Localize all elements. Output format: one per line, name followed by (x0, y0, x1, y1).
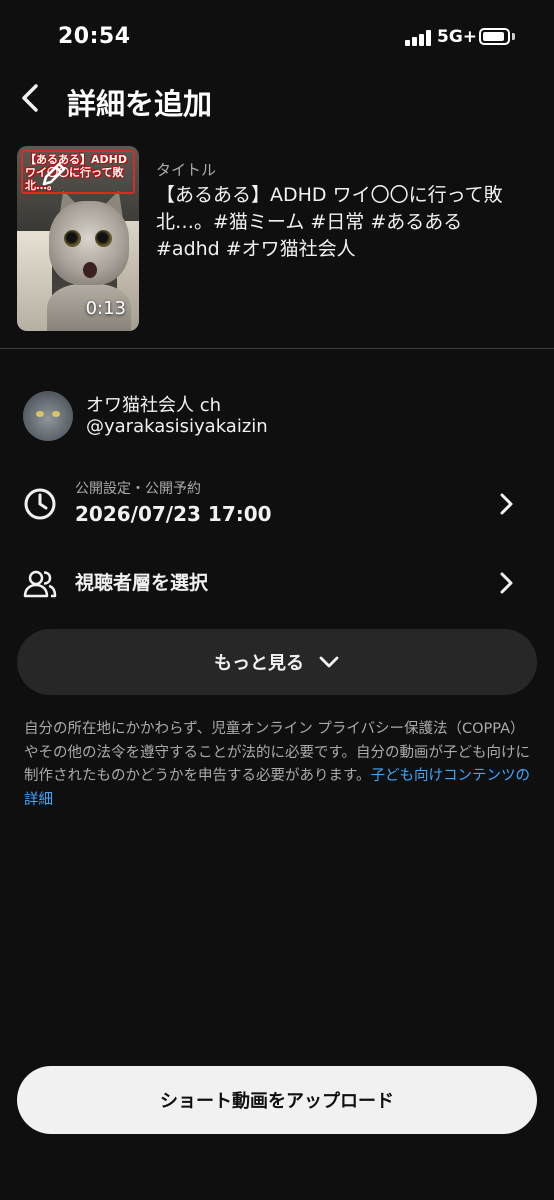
back-button[interactable] (12, 80, 48, 116)
show-more-button[interactable]: もっと見る (17, 629, 537, 695)
people-icon (23, 570, 57, 598)
chevron-down-icon (319, 656, 339, 668)
video-thumbnail[interactable]: 【あるある】ADHDワイ〇〇に行って敗北…。 0:13 (17, 146, 139, 331)
battery-icon (479, 28, 510, 45)
visibility-value: 2026/07/23 17:00 (75, 502, 272, 526)
show-more-label: もっと見る (214, 653, 304, 674)
visibility-schedule-row[interactable]: 公開設定・公開予約 2026/07/23 17:00 (0, 472, 554, 534)
divider (0, 348, 554, 349)
chevron-right-icon (500, 572, 513, 594)
video-title-field[interactable]: 【あるある】ADHD ワイ〇〇に行って敗北…。#猫ミーム #日常 #あるある #… (156, 182, 532, 263)
audience-label: 視聴者層を選択 (75, 572, 209, 594)
status-time: 20:54 (58, 24, 131, 49)
channel-info: オワ猫社会人 ch @yarakasisiyakaizin (0, 389, 554, 443)
network-label: 5G+ (437, 27, 478, 47)
upload-short-label: ショート動画をアップロード (160, 1091, 394, 1112)
chevron-right-icon (500, 493, 513, 515)
edit-pencil-icon[interactable] (39, 159, 69, 189)
battery-cap (512, 33, 515, 40)
title-label: タイトル (156, 161, 217, 179)
page-title: 詳細を追加 (67, 87, 213, 121)
upload-short-button[interactable]: ショート動画をアップロード (17, 1066, 537, 1134)
video-duration: 0:13 (85, 298, 126, 319)
back-arrow-icon (22, 84, 38, 112)
audience-row[interactable]: 視聴者層を選択 (0, 556, 554, 610)
status-bar: 20:54 5G+ (0, 0, 554, 72)
channel-name: オワ猫社会人 ch (86, 395, 222, 416)
channel-avatar (23, 391, 73, 441)
signal-icon (405, 30, 433, 46)
video-details: 【あるある】ADHDワイ〇〇に行って敗北…。 0:13 タイトル 【あるある】A… (0, 146, 554, 348)
visibility-label: 公開設定・公開予約 (75, 481, 201, 497)
channel-handle: @yarakasisiyakaizin (86, 416, 268, 437)
coppa-notice: 自分の所在地にかかわらず、児童オンライン プライバシー保護法（COPPA）やその… (24, 718, 534, 812)
add-details-screen: 20:54 5G+ 詳細を追加 【あるある】ADHDワイ〇〇に行って敗北…。 0… (0, 0, 554, 1200)
clock-icon (24, 488, 56, 520)
header: 詳細を追加 (0, 72, 554, 132)
